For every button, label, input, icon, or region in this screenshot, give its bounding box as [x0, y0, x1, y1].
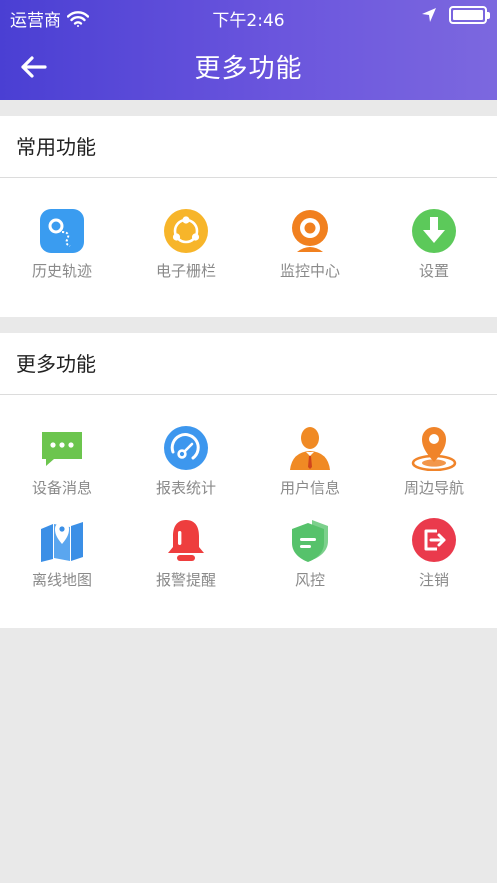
feature-history-track[interactable]: 历史轨迹: [0, 208, 124, 294]
feature-label: 报表统计: [155, 479, 216, 497]
feature-nearby-navigation[interactable]: 周边导航: [372, 425, 496, 511]
map-icon: [41, 522, 83, 562]
feature-logout[interactable]: 注销: [372, 517, 496, 603]
location-pin-icon: [411, 427, 457, 471]
alarm-bell-icon: [168, 520, 204, 561]
page-title: 更多功能: [194, 54, 303, 84]
more-features-section: 更多功能 设备消息 报表统计 用户信息 周边导航 离线地图 报警提醒 风控 注销: [0, 333, 497, 628]
back-button[interactable]: [18, 50, 58, 84]
feature-label: 风控: [294, 571, 325, 589]
feature-label: 离线地图: [31, 571, 92, 589]
battery-icon: [449, 6, 490, 24]
feature-label: 注销: [418, 571, 449, 589]
feature-report-stats[interactable]: 报表统计: [124, 425, 248, 511]
header: 运营商 下午2:46 更多功能: [0, 0, 497, 100]
history-track-icon: [40, 209, 84, 253]
section-title-common: 常用功能: [0, 116, 497, 178]
feature-label: 报警提醒: [155, 571, 216, 589]
section-title-more: 更多功能: [0, 333, 497, 395]
message-icon: [42, 432, 82, 466]
feature-label: 监控中心: [279, 262, 340, 280]
feature-offline-map[interactable]: 离线地图: [0, 517, 124, 603]
feature-label: 历史轨迹: [31, 262, 92, 280]
feature-label: 用户信息: [279, 479, 340, 497]
feature-device-messages[interactable]: 设备消息: [0, 425, 124, 511]
monitor-camera-icon: [292, 210, 328, 252]
report-chart-icon: [164, 426, 208, 470]
nav-bar: 更多功能: [0, 34, 497, 100]
status-bar: 运营商 下午2:46: [0, 0, 497, 34]
shield-icon: [292, 520, 328, 562]
feature-monitor-center[interactable]: 监控中心: [248, 208, 372, 294]
feature-user-info[interactable]: 用户信息: [248, 425, 372, 511]
common-features-section: 常用功能 历史轨迹 电子栅栏 监控中心 设置: [0, 116, 497, 317]
feature-label: 设备消息: [31, 479, 92, 497]
back-arrow-icon: [21, 56, 47, 78]
feature-label: 周边导航: [403, 479, 464, 497]
location-arrow-icon: [422, 8, 436, 22]
feature-alarm-reminder[interactable]: 报警提醒: [124, 517, 248, 603]
feature-settings[interactable]: 设置: [372, 208, 496, 294]
geofence-icon: [164, 209, 208, 253]
logout-icon: [412, 518, 456, 562]
download-settings-icon: [412, 209, 456, 253]
status-right: [421, 6, 490, 24]
feature-label: 设置: [418, 262, 449, 280]
user-icon: [290, 427, 330, 470]
feature-risk-control[interactable]: 风控: [248, 517, 372, 603]
feature-label: 电子栅栏: [155, 262, 216, 280]
feature-geofence[interactable]: 电子栅栏: [124, 208, 248, 294]
